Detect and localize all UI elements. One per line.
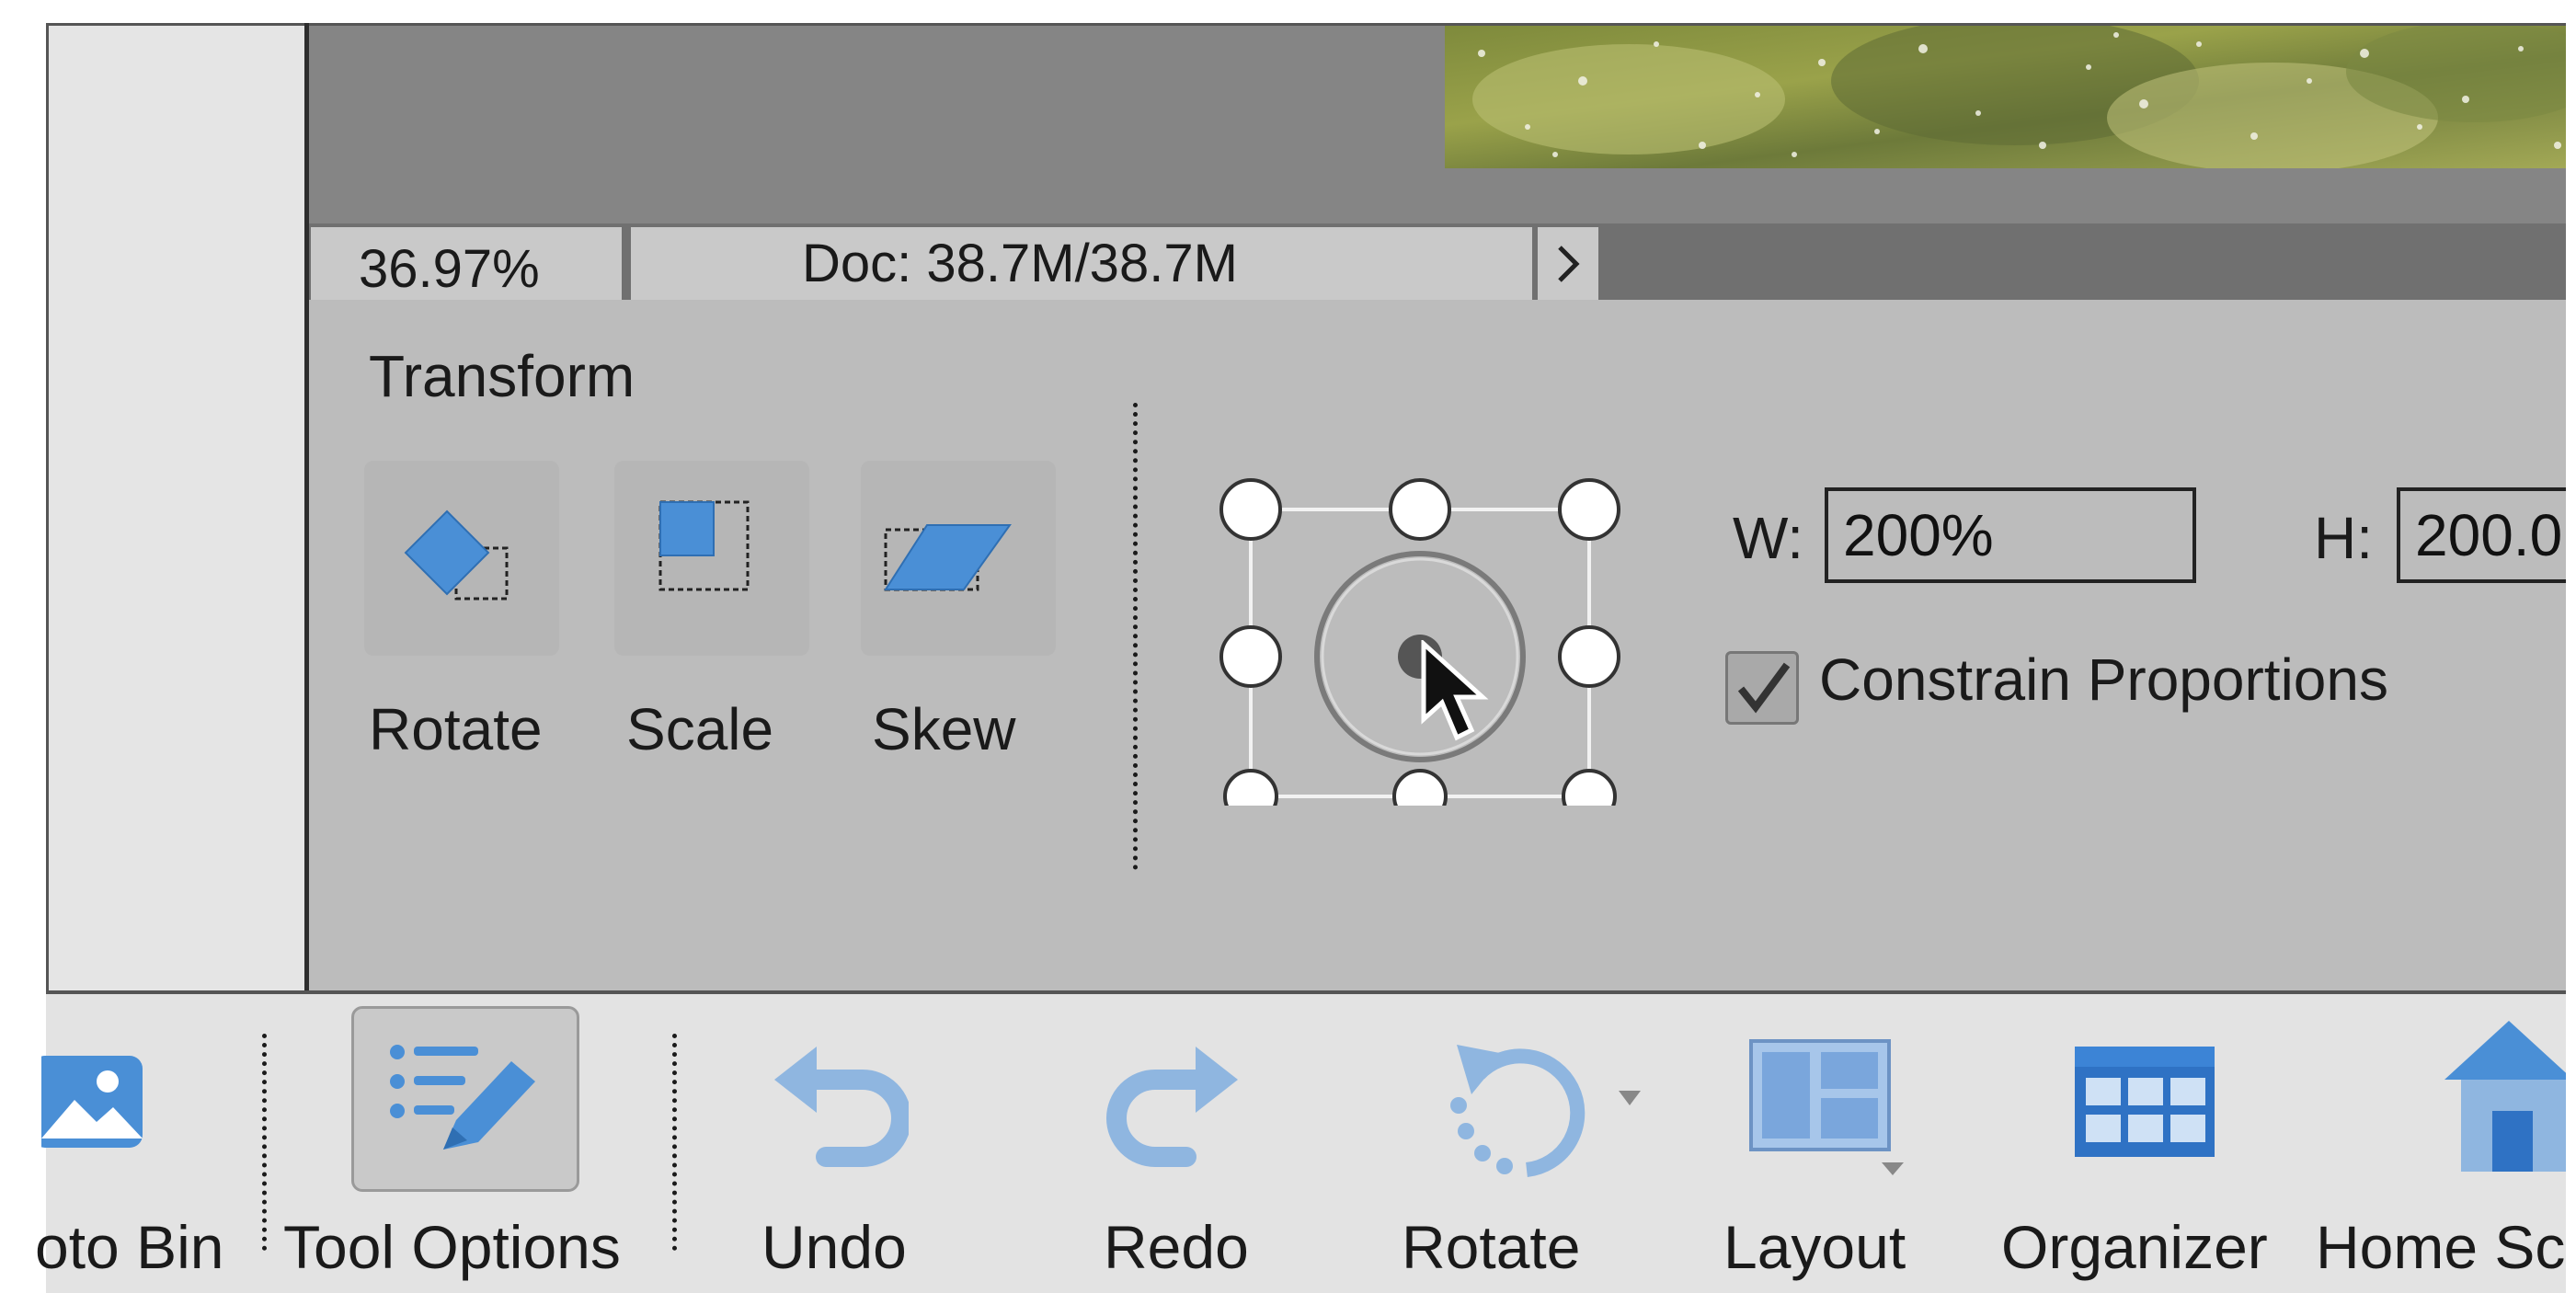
reference-point-selector[interactable] bbox=[1208, 465, 1641, 806]
tool-options-panel: Transform Rotate Scale Skew W: 200% H: 2… bbox=[309, 300, 2576, 991]
scale-label: Scale bbox=[626, 696, 774, 762]
photo-bin-label[interactable]: oto Bin bbox=[35, 1212, 223, 1282]
zoom-level-text: 36.97% bbox=[359, 239, 540, 299]
skew-label: Skew bbox=[872, 696, 1016, 762]
rotate-transform-icon bbox=[404, 509, 509, 601]
checkmark-icon bbox=[1737, 662, 1791, 714]
panel-separator bbox=[1133, 403, 1138, 870]
scale-transform-icon bbox=[658, 500, 750, 591]
tool-options-label[interactable]: Tool Options bbox=[283, 1212, 621, 1282]
layout-icon[interactable] bbox=[1744, 1034, 1918, 1181]
transform-title: Transform bbox=[369, 343, 635, 409]
status-menu-button[interactable] bbox=[1538, 227, 1598, 300]
left-panel bbox=[46, 23, 307, 990]
width-value: 200% bbox=[1843, 502, 1994, 568]
photo-image[interactable] bbox=[1445, 26, 2576, 168]
skew-transform-icon bbox=[884, 524, 1012, 591]
width-input[interactable]: 200% bbox=[1825, 487, 2196, 583]
organizer-icon[interactable] bbox=[2071, 1043, 2218, 1162]
constrain-proportions-checkbox[interactable] bbox=[1725, 651, 1799, 725]
constrain-proportions-label: Constrain Proportions bbox=[1819, 646, 2388, 713]
home-screen-label[interactable]: Home Sc bbox=[2316, 1212, 2565, 1282]
rotate-icon[interactable] bbox=[1416, 1023, 1646, 1179]
mouse-cursor-icon bbox=[1421, 640, 1489, 741]
rotate-label: Rotate bbox=[369, 696, 543, 762]
home-icon[interactable] bbox=[2435, 1015, 2573, 1181]
redo-icon[interactable] bbox=[1104, 1034, 1242, 1172]
undo-icon[interactable] bbox=[771, 1034, 909, 1172]
rotate-transform-button[interactable] bbox=[364, 461, 559, 656]
undo-label[interactable]: Undo bbox=[761, 1212, 907, 1282]
scale-transform-button[interactable] bbox=[614, 461, 809, 656]
taskbar-separator bbox=[262, 1034, 267, 1251]
taskbar-separator-2 bbox=[672, 1034, 677, 1251]
doc-size-text: Doc: 38.7M/38.7M bbox=[802, 234, 1238, 293]
skew-transform-button[interactable] bbox=[861, 461, 1056, 656]
zoom-level-field[interactable]: 36.97% bbox=[311, 227, 622, 300]
page-edge bbox=[2566, 0, 2576, 1293]
organizer-label[interactable]: Organizer bbox=[2001, 1212, 2268, 1282]
rotate-label[interactable]: Rotate bbox=[1402, 1212, 1580, 1282]
document-size-info: Doc: 38.7M/38.7M bbox=[631, 227, 1532, 300]
photo-bin-icon[interactable] bbox=[41, 1037, 154, 1159]
width-label: W: bbox=[1733, 505, 1804, 571]
height-label: H: bbox=[2314, 505, 2373, 571]
height-value: 200.0 bbox=[2415, 502, 2563, 568]
tool-options-icon bbox=[390, 1045, 535, 1150]
chevron-right-icon bbox=[1558, 246, 1580, 282]
height-input[interactable]: 200.0 bbox=[2397, 487, 2576, 583]
layout-label[interactable]: Layout bbox=[1723, 1212, 1906, 1282]
redo-label[interactable]: Redo bbox=[1104, 1212, 1249, 1282]
